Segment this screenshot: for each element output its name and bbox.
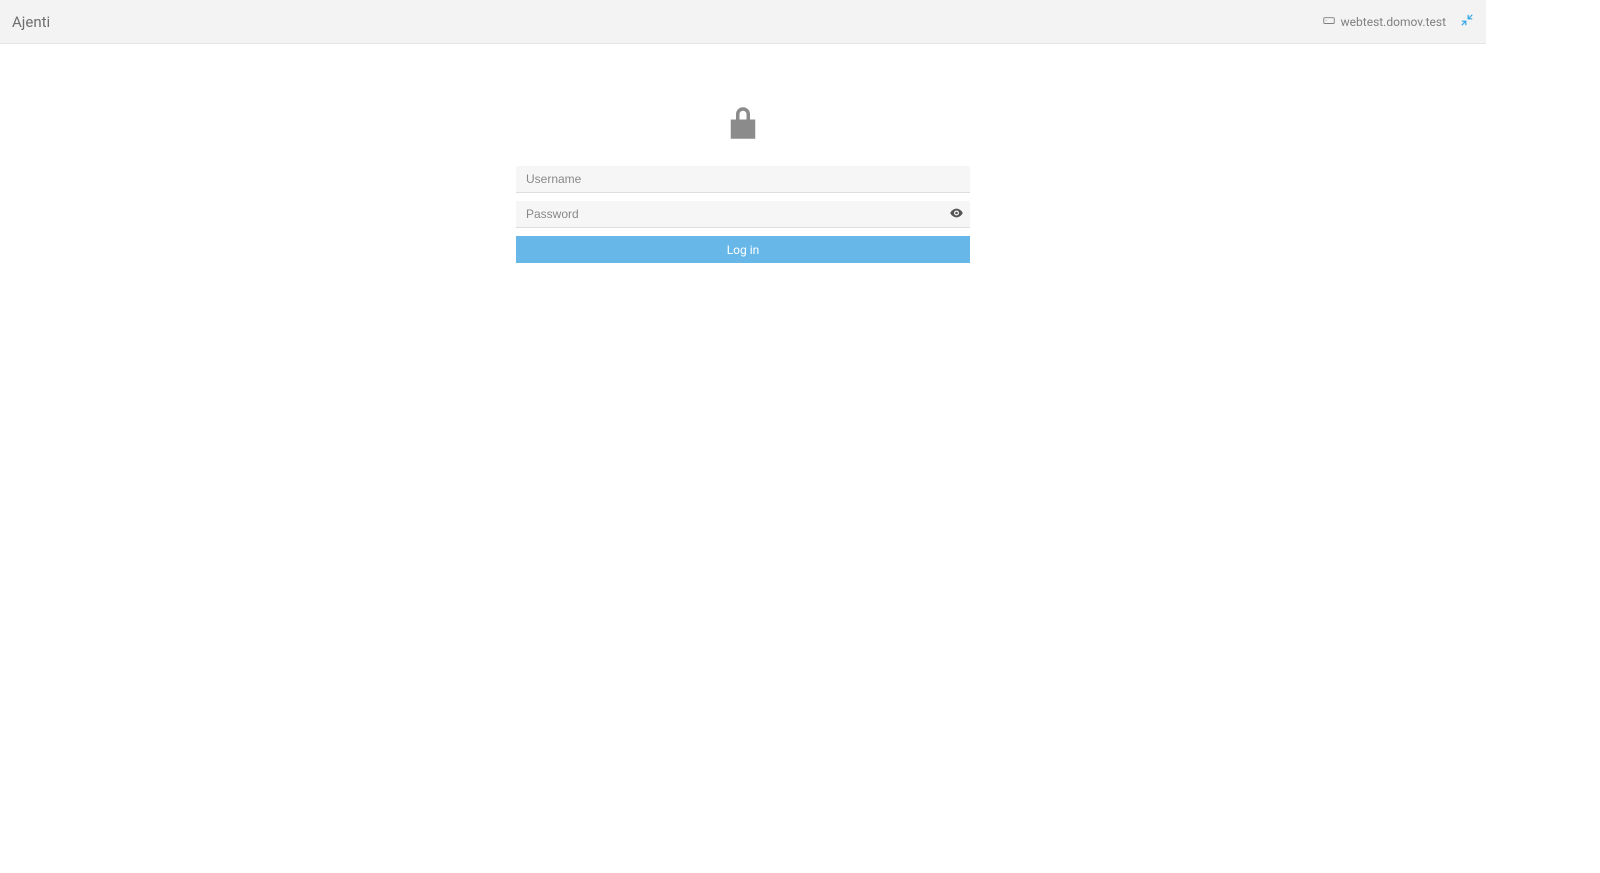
app-viewport: Ajenti webtest.domov.test [0, 0, 1486, 873]
machine-name-label: webtest.domov.test [1341, 15, 1446, 29]
header-right-group: webtest.domov.test [1322, 13, 1474, 31]
hdd-icon [1322, 13, 1336, 30]
eye-icon [949, 205, 964, 224]
fullscreen-exit-button[interactable] [1460, 13, 1474, 31]
machine-indicator[interactable]: webtest.domov.test [1322, 13, 1446, 30]
page-content: Ajenti webtest.domov.test [0, 0, 1486, 873]
lock-icon [722, 102, 764, 148]
username-input[interactable] [516, 166, 970, 193]
login-form: Log in [516, 166, 970, 263]
password-input[interactable] [516, 201, 970, 228]
app-header: Ajenti webtest.domov.test [0, 0, 1486, 44]
toggle-password-visibility-button[interactable] [949, 205, 964, 224]
app-title: Ajenti [12, 13, 50, 31]
compress-icon [1460, 13, 1474, 31]
login-button[interactable]: Log in [516, 236, 970, 263]
login-area: Log in [0, 44, 1486, 263]
username-field-wrap [516, 166, 970, 193]
password-field-wrap [516, 201, 970, 228]
